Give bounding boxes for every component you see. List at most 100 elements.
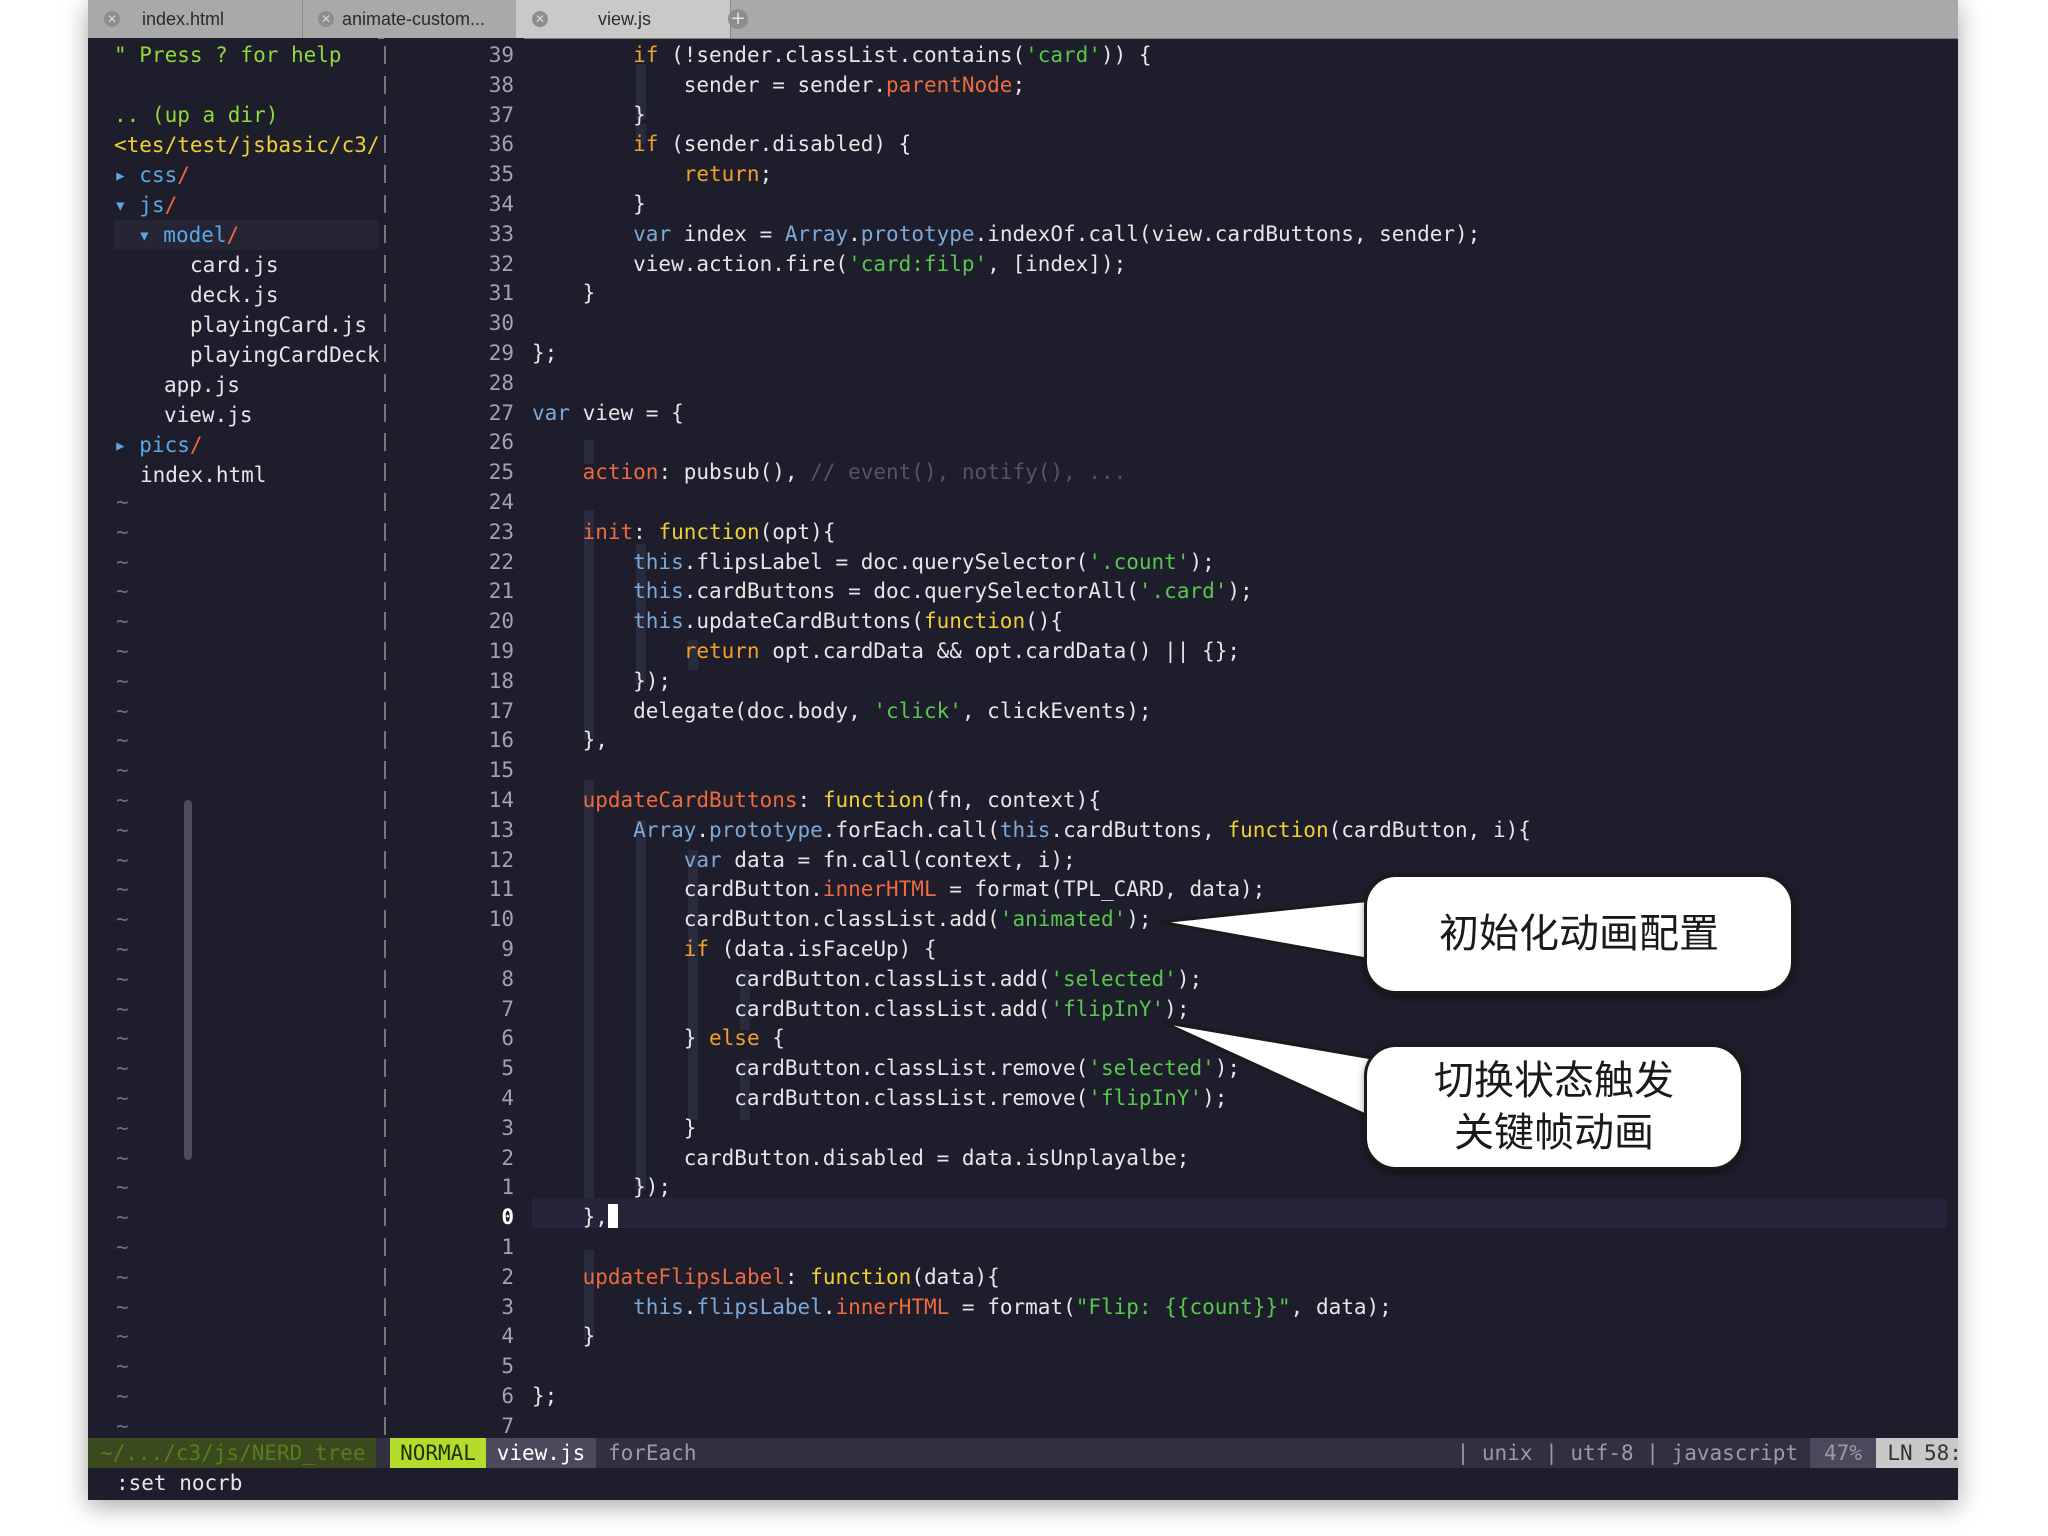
callout-keyframe-animation: 切换状态触发 关键帧动画 [1364, 1044, 1744, 1170]
code-token: (data){ [911, 1264, 1000, 1289]
tab-index-html[interactable]: ✕ index.html [88, 0, 303, 38]
code-line[interactable]: this.updateCardButtons(function(){ [532, 606, 1063, 636]
status-mode: NORMAL [390, 1438, 486, 1468]
code-token: "Flip: {{count}}" [1075, 1294, 1291, 1319]
code-line[interactable]: sender = sender.parentNode; [532, 70, 1025, 100]
code-token: }; [532, 341, 558, 365]
close-icon[interactable]: ✕ [318, 11, 334, 27]
code-line[interactable]: Array.prototype.forEach.call(this.cardBu… [532, 815, 1531, 845]
command-line[interactable]: :set nocrb [88, 1468, 1958, 1498]
code-line[interactable]: }; [532, 1381, 557, 1411]
code-token: function [1227, 817, 1329, 842]
code-line[interactable]: cardButton.classList.add('animated'); [532, 904, 1152, 934]
code-token: '.card' [1138, 579, 1228, 604]
code-line[interactable]: if (data.isFaceUp) { [532, 934, 937, 964]
tree-item-playingcarddeck[interactable]: playingCardDeck [190, 340, 380, 370]
code-line[interactable]: var view = { [532, 398, 684, 428]
code-line[interactable]: }); [532, 1172, 671, 1202]
gutter-marker [384, 1029, 386, 1048]
code-line[interactable]: delegate(doc.body, 'click', clickEvents)… [532, 696, 1151, 726]
code-line[interactable]: } [532, 1113, 697, 1143]
tree-slash: / [189, 433, 203, 457]
code-line[interactable]: var index = Array.prototype.indexOf.call… [532, 219, 1480, 249]
tree-item-deck-js[interactable]: deck.js [190, 280, 279, 310]
code-token: }, [532, 1205, 608, 1230]
tree-item-index-html[interactable]: index.html [140, 460, 266, 490]
line-number: 26 [488, 430, 514, 455]
code-token: .cardButtons = doc.querySelectorAll( [683, 579, 1139, 604]
empty-line-tilde: ~ [116, 609, 129, 634]
code-line[interactable]: if (sender.disabled) { [532, 129, 911, 159]
code-line[interactable]: action: pubsub(), // event(), notify(), … [532, 457, 1127, 487]
empty-line-tilde: ~ [116, 996, 129, 1021]
code-line[interactable]: return; [532, 159, 773, 189]
code-token: }); [532, 668, 672, 693]
gutter-marker [384, 224, 386, 243]
tree-scrollbar[interactable] [184, 800, 192, 1160]
tree-up-dir[interactable]: .. (up a dir) [114, 100, 278, 130]
tree-item-label: pics [139, 433, 190, 457]
line-number: 0 [501, 1205, 514, 1230]
code-line[interactable]: return opt.cardData && opt.cardData() ||… [532, 636, 1240, 666]
code-token: cardButton.classList.remove( [532, 1056, 1089, 1081]
code-line[interactable]: this.flipsLabel.innerHTML = format("Flip… [532, 1292, 1392, 1322]
gutter-marker [384, 254, 386, 273]
tree-item-app-js[interactable]: app.js [164, 370, 240, 400]
code-line[interactable]: var data = fn.call(context, i); [532, 845, 1076, 875]
status-file-info: | unix | utf-8 | javascript [1456, 1441, 1798, 1465]
tree-item-playingcard-js[interactable]: playingCard.js [190, 310, 367, 340]
code-line[interactable]: }; [532, 338, 557, 368]
code-line[interactable]: } [532, 189, 646, 219]
code-line[interactable]: } else { [532, 1023, 785, 1053]
code-line[interactable]: cardButton.classList.remove('selected'); [532, 1053, 1240, 1083]
code-line[interactable]: }); [532, 666, 671, 696]
code-line[interactable]: this.flipsLabel = doc.querySelector('.co… [532, 547, 1215, 577]
code-line[interactable]: cardButton.classList.add('flipInY'); [532, 994, 1189, 1024]
gutter-marker [384, 1387, 386, 1405]
gutter-marker [384, 850, 386, 869]
code-line[interactable]: } [532, 1321, 596, 1351]
callout-init-animation: 初始化动画配置 [1364, 874, 1794, 994]
line-number: 25 [488, 460, 514, 485]
close-icon[interactable]: ✕ [104, 11, 120, 27]
new-tab-icon[interactable]: + [728, 9, 748, 29]
code-line[interactable]: } [532, 278, 596, 308]
tab-animate-custom[interactable]: ✕ animate-custom... [302, 0, 517, 38]
code-line[interactable]: cardButton.classList.add('selected'); [532, 964, 1202, 994]
empty-line-tilde: ~ [116, 668, 129, 693]
tree-item-model[interactable]: ▾ model/ [138, 220, 239, 250]
line-number: 9 [501, 937, 514, 961]
code-line[interactable]: } [532, 100, 646, 130]
code-token: function [658, 519, 760, 544]
tree-root-path[interactable]: <tes/test/jsbasic/c3/ [114, 130, 380, 160]
tree-item-pics[interactable]: ▸ pics/ [114, 430, 203, 460]
code-editor[interactable]: if (!sender.classList.contains('card')) … [532, 38, 1952, 1438]
tree-item-css[interactable]: ▸ css/ [114, 160, 190, 190]
code-line[interactable]: if (!sender.classList.contains('card')) … [532, 40, 1151, 70]
code-line[interactable]: init: function(opt){ [532, 517, 836, 547]
code-token: var [532, 400, 570, 425]
tree-item-card-js[interactable]: card.js [190, 250, 279, 280]
tree-item-label: css [139, 163, 178, 187]
code-line[interactable]: }, [532, 1202, 618, 1232]
code-line[interactable]: cardButton.innerHTML = format(TPL_CARD, … [532, 874, 1266, 904]
line-number: 19 [488, 639, 514, 663]
code-line[interactable]: this.cardButtons = doc.querySelectorAll(… [532, 576, 1253, 606]
tree-item-view-js[interactable]: view.js [164, 400, 253, 430]
expanded-arrow-icon: ▾ [138, 223, 164, 247]
status-bar: ~/.../c3/js/NERD_tree NORMAL view.js for… [88, 1438, 1958, 1468]
code-token: sender = sender. [532, 72, 887, 97]
code-line[interactable]: updateFlipsLabel: function(data){ [532, 1262, 1000, 1292]
tree-item-js[interactable]: ▾ js/ [114, 190, 177, 220]
line-number: 4 [501, 1324, 514, 1349]
code-line[interactable]: cardButton.classList.remove('flipInY'); [532, 1083, 1227, 1113]
tab-view-js[interactable]: ✕ view.js [516, 0, 731, 38]
close-icon[interactable]: ✕ [532, 11, 548, 27]
code-line[interactable]: updateCardButtons: function(fn, context)… [532, 785, 1101, 815]
code-token: (sender.disabled) { [658, 132, 912, 157]
code-line[interactable]: view.action.fire('card:filp', [index]); [532, 249, 1126, 279]
code-token: .flipsLabel = doc.querySelector( [683, 549, 1089, 574]
code-line[interactable]: }, [532, 725, 608, 755]
gutter-marker [384, 999, 386, 1018]
code-line[interactable]: cardButton.disabled = data.isUnplayalbe; [532, 1143, 1190, 1173]
